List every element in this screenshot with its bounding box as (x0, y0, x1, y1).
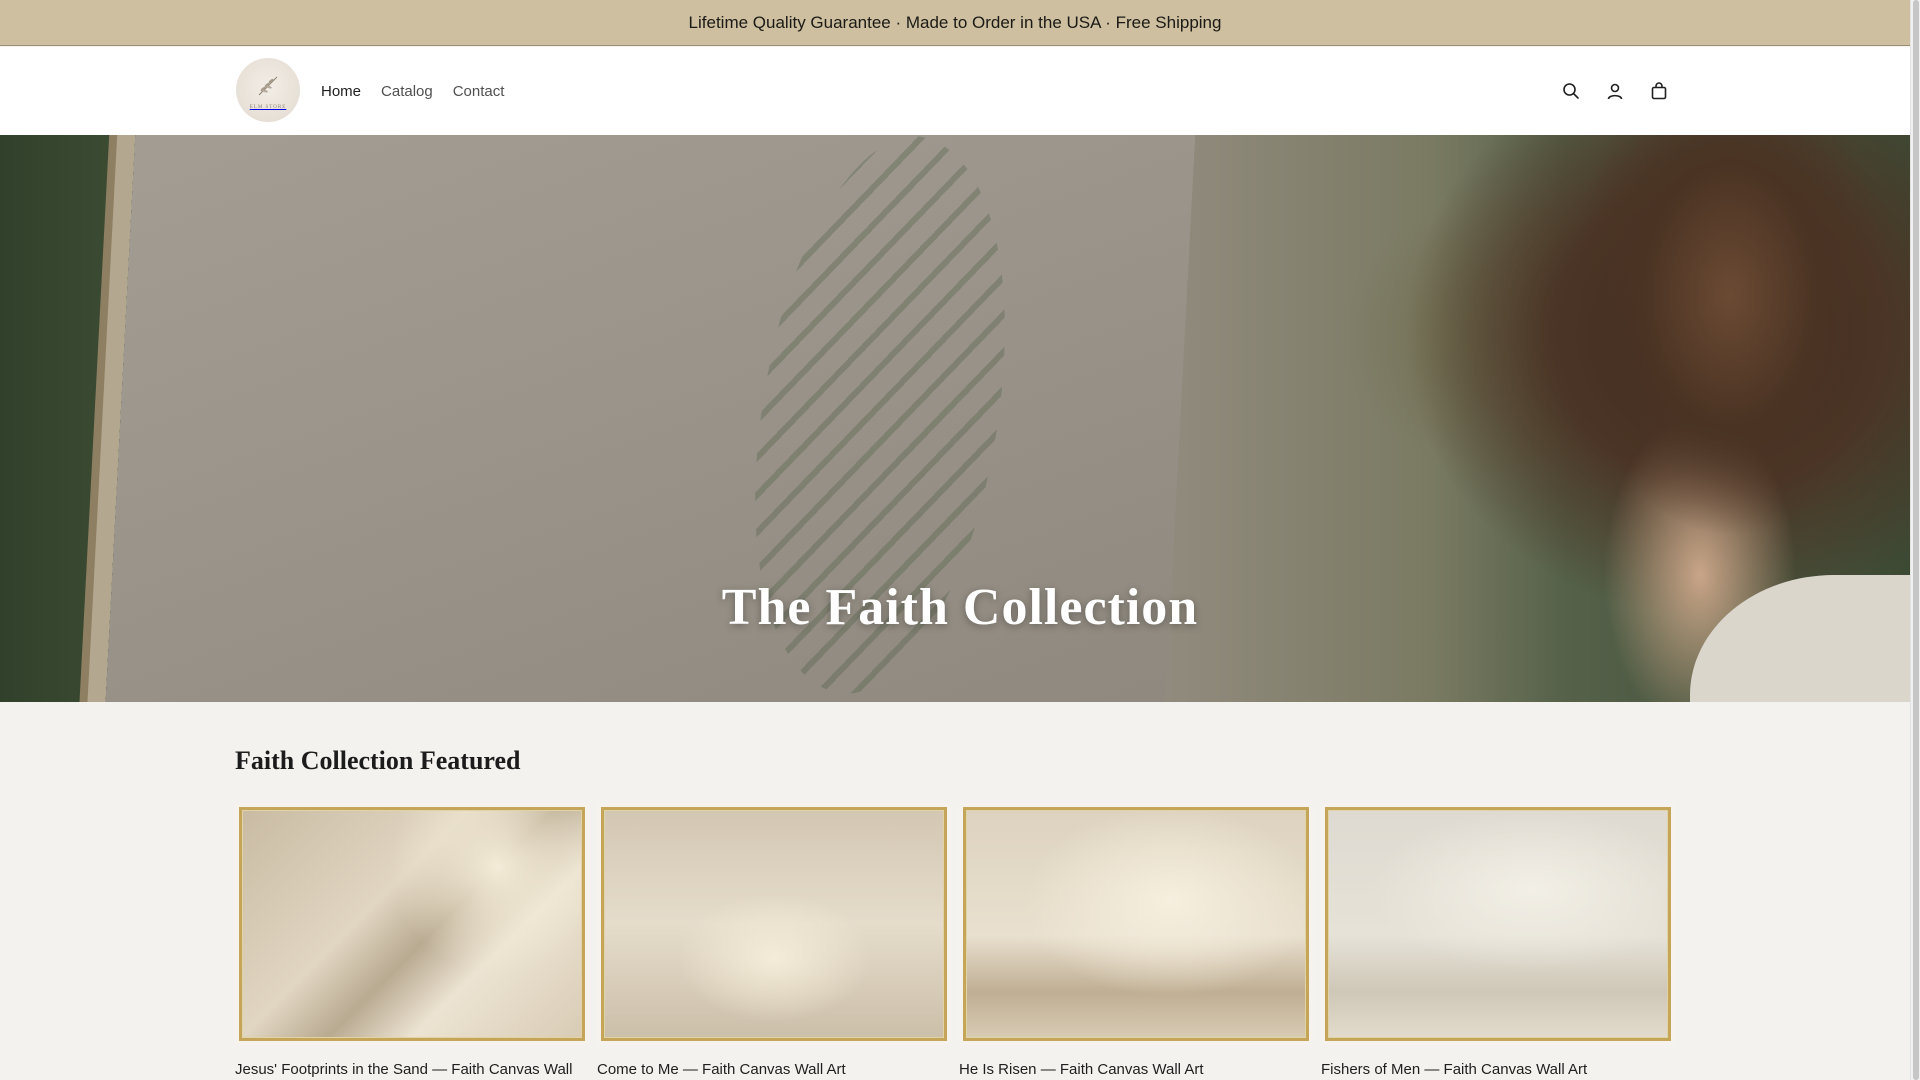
cart-icon[interactable] (1648, 80, 1670, 102)
product-card[interactable]: Jesus' Footprints in the Sand — Faith Ca… (235, 803, 589, 1080)
framed-artwork (601, 807, 947, 1041)
product-card[interactable]: Come to Me — Faith Canvas Wall Art (597, 803, 951, 1080)
product-card[interactable]: He Is Risen — Faith Canvas Wall Art (959, 803, 1313, 1080)
framed-artwork (1325, 807, 1671, 1041)
olive-branch-icon (258, 76, 278, 95)
site-header: ELM STORE Home Catalog Contact (0, 47, 1910, 135)
product-image[interactable] (1321, 803, 1675, 1045)
announcement-text: Lifetime Quality Guarantee · Made to Ord… (688, 12, 1222, 32)
product-grid: Jesus' Footprints in the Sand — Faith Ca… (235, 803, 1675, 1080)
framed-artwork (239, 807, 585, 1041)
product-card[interactable]: Fishers of Men — Faith Canvas Wall Art (1321, 803, 1675, 1080)
account-icon[interactable] (1604, 80, 1626, 102)
product-title[interactable]: Come to Me — Faith Canvas Wall Art (597, 1059, 951, 1080)
nav-contact[interactable]: Contact (453, 83, 505, 100)
hero-title: The Faith Collection (721, 579, 1199, 636)
product-image[interactable] (597, 803, 951, 1045)
product-title[interactable]: Fishers of Men — Faith Canvas Wall Art (1321, 1059, 1675, 1080)
announcement-bar: Lifetime Quality Guarantee · Made to Ord… (0, 0, 1910, 46)
product-image[interactable] (959, 803, 1313, 1045)
page-scrollbar[interactable] (1910, 0, 1920, 1080)
store-logo[interactable]: ELM STORE (236, 58, 300, 122)
scrollbar-thumb[interactable] (1913, 0, 1919, 1080)
product-image[interactable] (235, 803, 589, 1045)
logo-text: ELM STORE (249, 104, 287, 110)
nav-catalog[interactable]: Catalog (381, 83, 433, 100)
search-icon[interactable] (1560, 80, 1582, 102)
nav-home[interactable]: Home (321, 83, 361, 100)
main-nav: Home Catalog Contact (321, 47, 504, 135)
product-title[interactable]: He Is Risen — Faith Canvas Wall Art (959, 1059, 1313, 1080)
framed-artwork (963, 807, 1309, 1041)
product-title[interactable]: Jesus' Footprints in the Sand — Faith Ca… (235, 1059, 589, 1080)
header-icons (1560, 47, 1670, 135)
featured-section-title: Faith Collection Featured (235, 746, 521, 775)
